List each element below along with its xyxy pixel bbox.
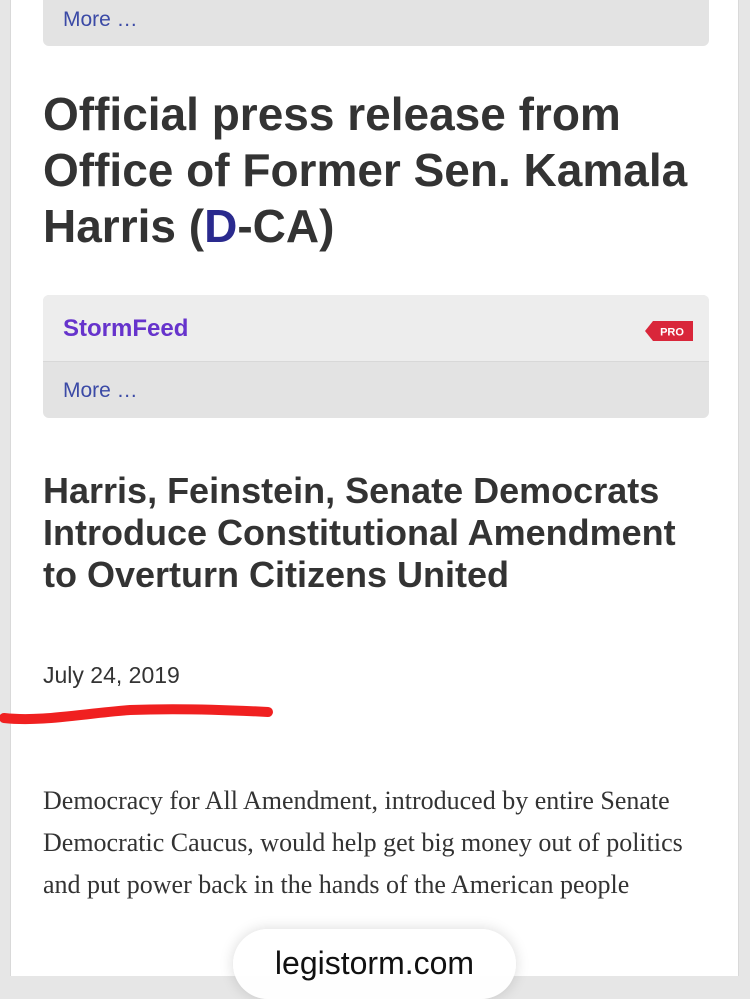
stormfeed-header: StormFeed PRO <box>43 295 709 362</box>
party-letter: D <box>204 200 238 252</box>
top-feed-panel: More … <box>43 0 709 46</box>
article-date: July 24, 2019 <box>43 662 180 688</box>
stormfeed-more-link[interactable]: More … <box>63 379 138 403</box>
pro-badge-label: PRO <box>660 327 684 339</box>
press-heading-prefix: Official press release from Office of Fo… <box>43 88 688 252</box>
pro-badge-icon: PRO <box>645 321 693 341</box>
url-text: legistorm.com <box>274 945 475 981</box>
stormfeed-title[interactable]: StormFeed <box>63 315 188 343</box>
red-underline-annotation <box>0 704 273 725</box>
press-release-heading: Official press release from Office of Fo… <box>43 86 713 254</box>
press-heading-suffix: -CA) <box>237 200 335 252</box>
page-content: More … Official press release from Offic… <box>10 0 739 976</box>
browser-url-bar[interactable]: legistorm.com <box>233 929 516 999</box>
stormfeed-panel: StormFeed PRO More … <box>43 295 709 418</box>
article-title[interactable]: Harris, Feinstein, Senate Democrats Intr… <box>43 470 713 596</box>
article-summary: Democracy for All Amendment, introduced … <box>43 786 683 899</box>
more-link[interactable]: More … <box>63 8 138 32</box>
